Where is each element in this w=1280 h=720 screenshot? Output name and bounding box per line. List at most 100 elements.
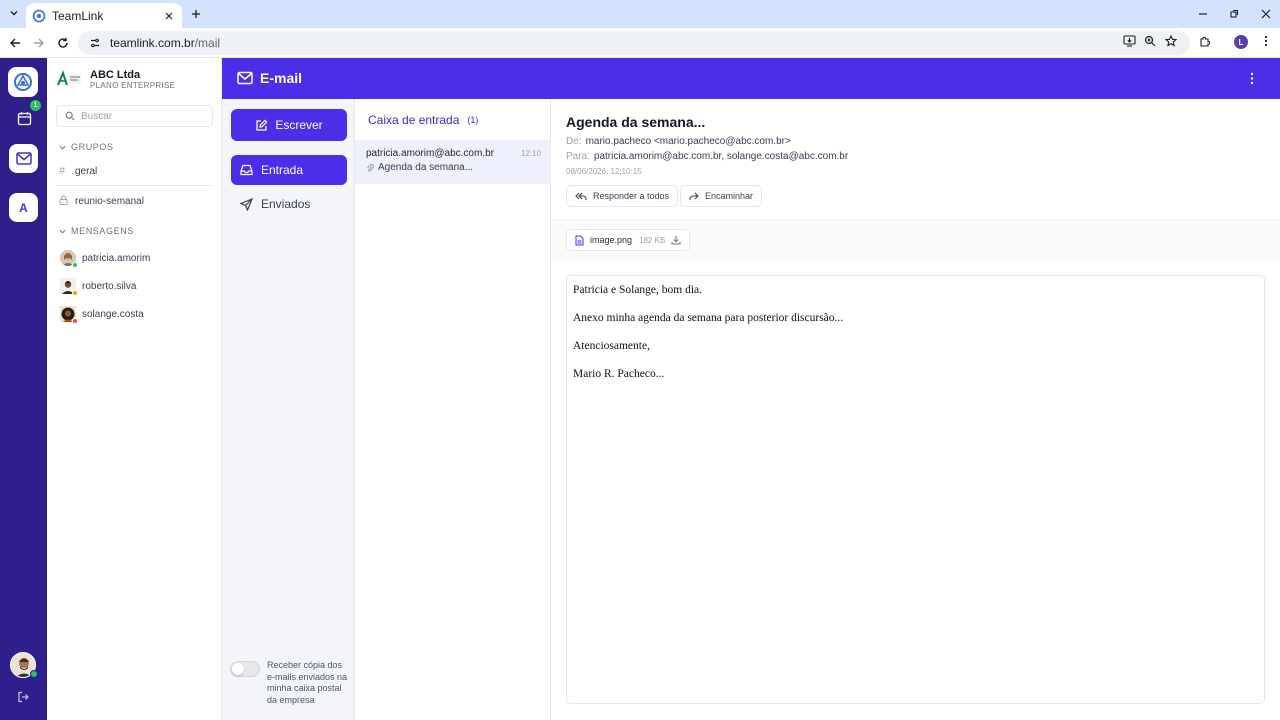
- groups-label: GRUPOS: [71, 142, 114, 152]
- group-name: reunio-semanal: [75, 196, 144, 207]
- address-bar[interactable]: teamlink.com.br/mail: [78, 31, 1190, 55]
- app-rail: 1 A: [0, 58, 47, 720]
- compose-button[interactable]: Escrever: [231, 109, 347, 141]
- email-body-paragraph: Patricia e Solange, bom dia.: [573, 284, 703, 296]
- reload-icon[interactable]: [54, 34, 72, 52]
- minimize-icon[interactable]: [1195, 6, 1211, 22]
- compose-icon: [256, 118, 268, 131]
- group-item-reunio-semanal[interactable]: reunio-semanal: [59, 195, 144, 208]
- inbox-title: Caixa de entrada: [368, 113, 460, 127]
- groups-section-header[interactable]: GRUPOS: [59, 142, 114, 152]
- new-tab-icon[interactable]: [188, 6, 204, 22]
- message-row[interactable]: patricia.amorim@abc.com.br 12:10 Agenda …: [355, 140, 551, 184]
- folder-sent[interactable]: Enviados: [231, 189, 347, 219]
- reply-all-button[interactable]: Responder a todos: [566, 185, 679, 207]
- chevron-down-icon: [59, 145, 66, 150]
- copy-emails-toggle[interactable]: [230, 661, 260, 677]
- inbox-count: (1): [467, 115, 479, 125]
- teamlink-logo-icon[interactable]: [8, 67, 38, 97]
- contact-avatar: [60, 306, 78, 324]
- page-title: E-mail: [260, 70, 303, 86]
- attachment-chip[interactable]: image.png 182 KB: [566, 229, 691, 251]
- browser-tab[interactable]: TeamLink: [26, 3, 182, 28]
- reply-all-label: Responder a todos: [593, 191, 670, 201]
- company-logo-icon: [56, 67, 82, 91]
- close-tab-icon[interactable]: [162, 9, 176, 23]
- email-body: Patricia e Solange, bom dia. Anexo minha…: [566, 275, 1265, 704]
- contact-item-roberto-silva[interactable]: roberto.silva: [60, 278, 137, 296]
- status-dot: [72, 290, 78, 296]
- profile-avatar[interactable]: L: [1234, 35, 1248, 49]
- send-icon: [240, 197, 253, 211]
- email-to-line: Para: patricia.amorim@abc.com.br, solange…: [566, 151, 848, 162]
- search-box[interactable]: [56, 105, 213, 127]
- reading-pane: Agenda da semana... De: mario.pacheco <ma…: [551, 99, 1280, 720]
- search-input[interactable]: [81, 110, 211, 122]
- tab-search-icon[interactable]: [6, 5, 22, 21]
- contact-avatar: [60, 278, 78, 296]
- mail-app-icon[interactable]: [9, 144, 38, 173]
- workspace-plan: PLANO ENTERPRISE: [90, 81, 176, 90]
- inbox-header: Caixa de entrada (1): [368, 113, 478, 127]
- folder-panel: Escrever Entrada Enviados Receber cópia …: [222, 99, 355, 720]
- restore-icon[interactable]: [1226, 6, 1242, 22]
- sent-label: Enviados: [261, 197, 311, 211]
- contact-name: patricia.amorim: [82, 252, 151, 264]
- attachment-size: 182 KB: [639, 235, 666, 245]
- email-body-paragraph: Mario R. Pacheco...: [573, 368, 665, 380]
- contact-item-solange-costa[interactable]: solange.costa: [60, 306, 144, 324]
- email-from-line: De: mario.pacheco <mario.pacheco@abc.com.…: [566, 136, 791, 147]
- install-app-icon[interactable]: [1121, 33, 1137, 49]
- contact-item-patricia-amorim[interactable]: patricia.amorim: [60, 250, 151, 268]
- messages-section-header[interactable]: MENSAGENS: [59, 226, 134, 236]
- mail-icon: [237, 71, 253, 85]
- extensions-icon[interactable]: [1197, 33, 1213, 49]
- message-subject: Agenda da semana...: [378, 162, 474, 173]
- to-label: Para:: [566, 151, 590, 162]
- message-list: Caixa de entrada (1) patricia.amorim@abc…: [355, 99, 551, 720]
- email-header: E-mail: [222, 58, 1280, 99]
- message-time: 12:10: [521, 149, 542, 158]
- back-icon[interactable]: [6, 34, 24, 52]
- forward-button[interactable]: Encaminhar: [680, 185, 763, 207]
- message-sender: patricia.amorim@abc.com.br: [366, 148, 494, 159]
- forward-icon[interactable]: [30, 34, 48, 52]
- more-options-icon[interactable]: [1246, 70, 1258, 86]
- status-dot: [72, 262, 78, 268]
- messages-label: MENSAGENS: [71, 226, 134, 236]
- toggle-knob: [232, 663, 244, 675]
- lock-icon: [59, 195, 69, 208]
- email-body-paragraph: Anexo minha agenda da semana para poster…: [573, 312, 844, 324]
- hash-icon: #: [59, 165, 66, 177]
- contact-avatar: [60, 250, 78, 268]
- email-subject: Agenda da semana...: [566, 114, 706, 130]
- browser-tab-bar: TeamLink: [0, 0, 1280, 28]
- group-item-geral[interactable]: # geral: [59, 165, 97, 177]
- attachment-name: image.png: [590, 235, 633, 245]
- url-host: teamlink.com.br: [110, 36, 195, 50]
- url-path: /mail: [194, 36, 221, 50]
- divider: [57, 185, 212, 186]
- search-icon: [65, 111, 75, 121]
- attachments-area: image.png 182 KB: [551, 220, 1280, 260]
- copy-emails-label: Receber cópia dos e-mails enviados na mi…: [267, 660, 348, 705]
- contact-name: solange.costa: [82, 308, 144, 320]
- download-icon[interactable]: [671, 235, 681, 245]
- workspace-switcher-button[interactable]: A: [9, 193, 38, 222]
- chevron-down-icon: [59, 229, 66, 234]
- message-subject-line: Agenda da semana...: [366, 162, 473, 173]
- status-dot: [72, 318, 78, 324]
- tab-title: TeamLink: [52, 8, 104, 23]
- forward-arrow-icon: [689, 192, 699, 200]
- email-from: mario.pacheco <mario.pacheco@abc.com.br>: [585, 136, 791, 147]
- inbox-label: Entrada: [261, 163, 304, 177]
- close-window-icon[interactable]: [1258, 6, 1274, 22]
- browser-menu-icon[interactable]: [1258, 33, 1274, 49]
- zoom-icon[interactable]: [1142, 33, 1158, 49]
- folder-inbox[interactable]: Entrada: [231, 155, 347, 185]
- contact-name: roberto.silva: [82, 280, 137, 292]
- logout-icon[interactable]: [16, 690, 30, 704]
- site-info-icon[interactable]: [88, 36, 102, 50]
- from-label: De:: [566, 136, 582, 147]
- bookmark-star-icon[interactable]: [1163, 33, 1179, 49]
